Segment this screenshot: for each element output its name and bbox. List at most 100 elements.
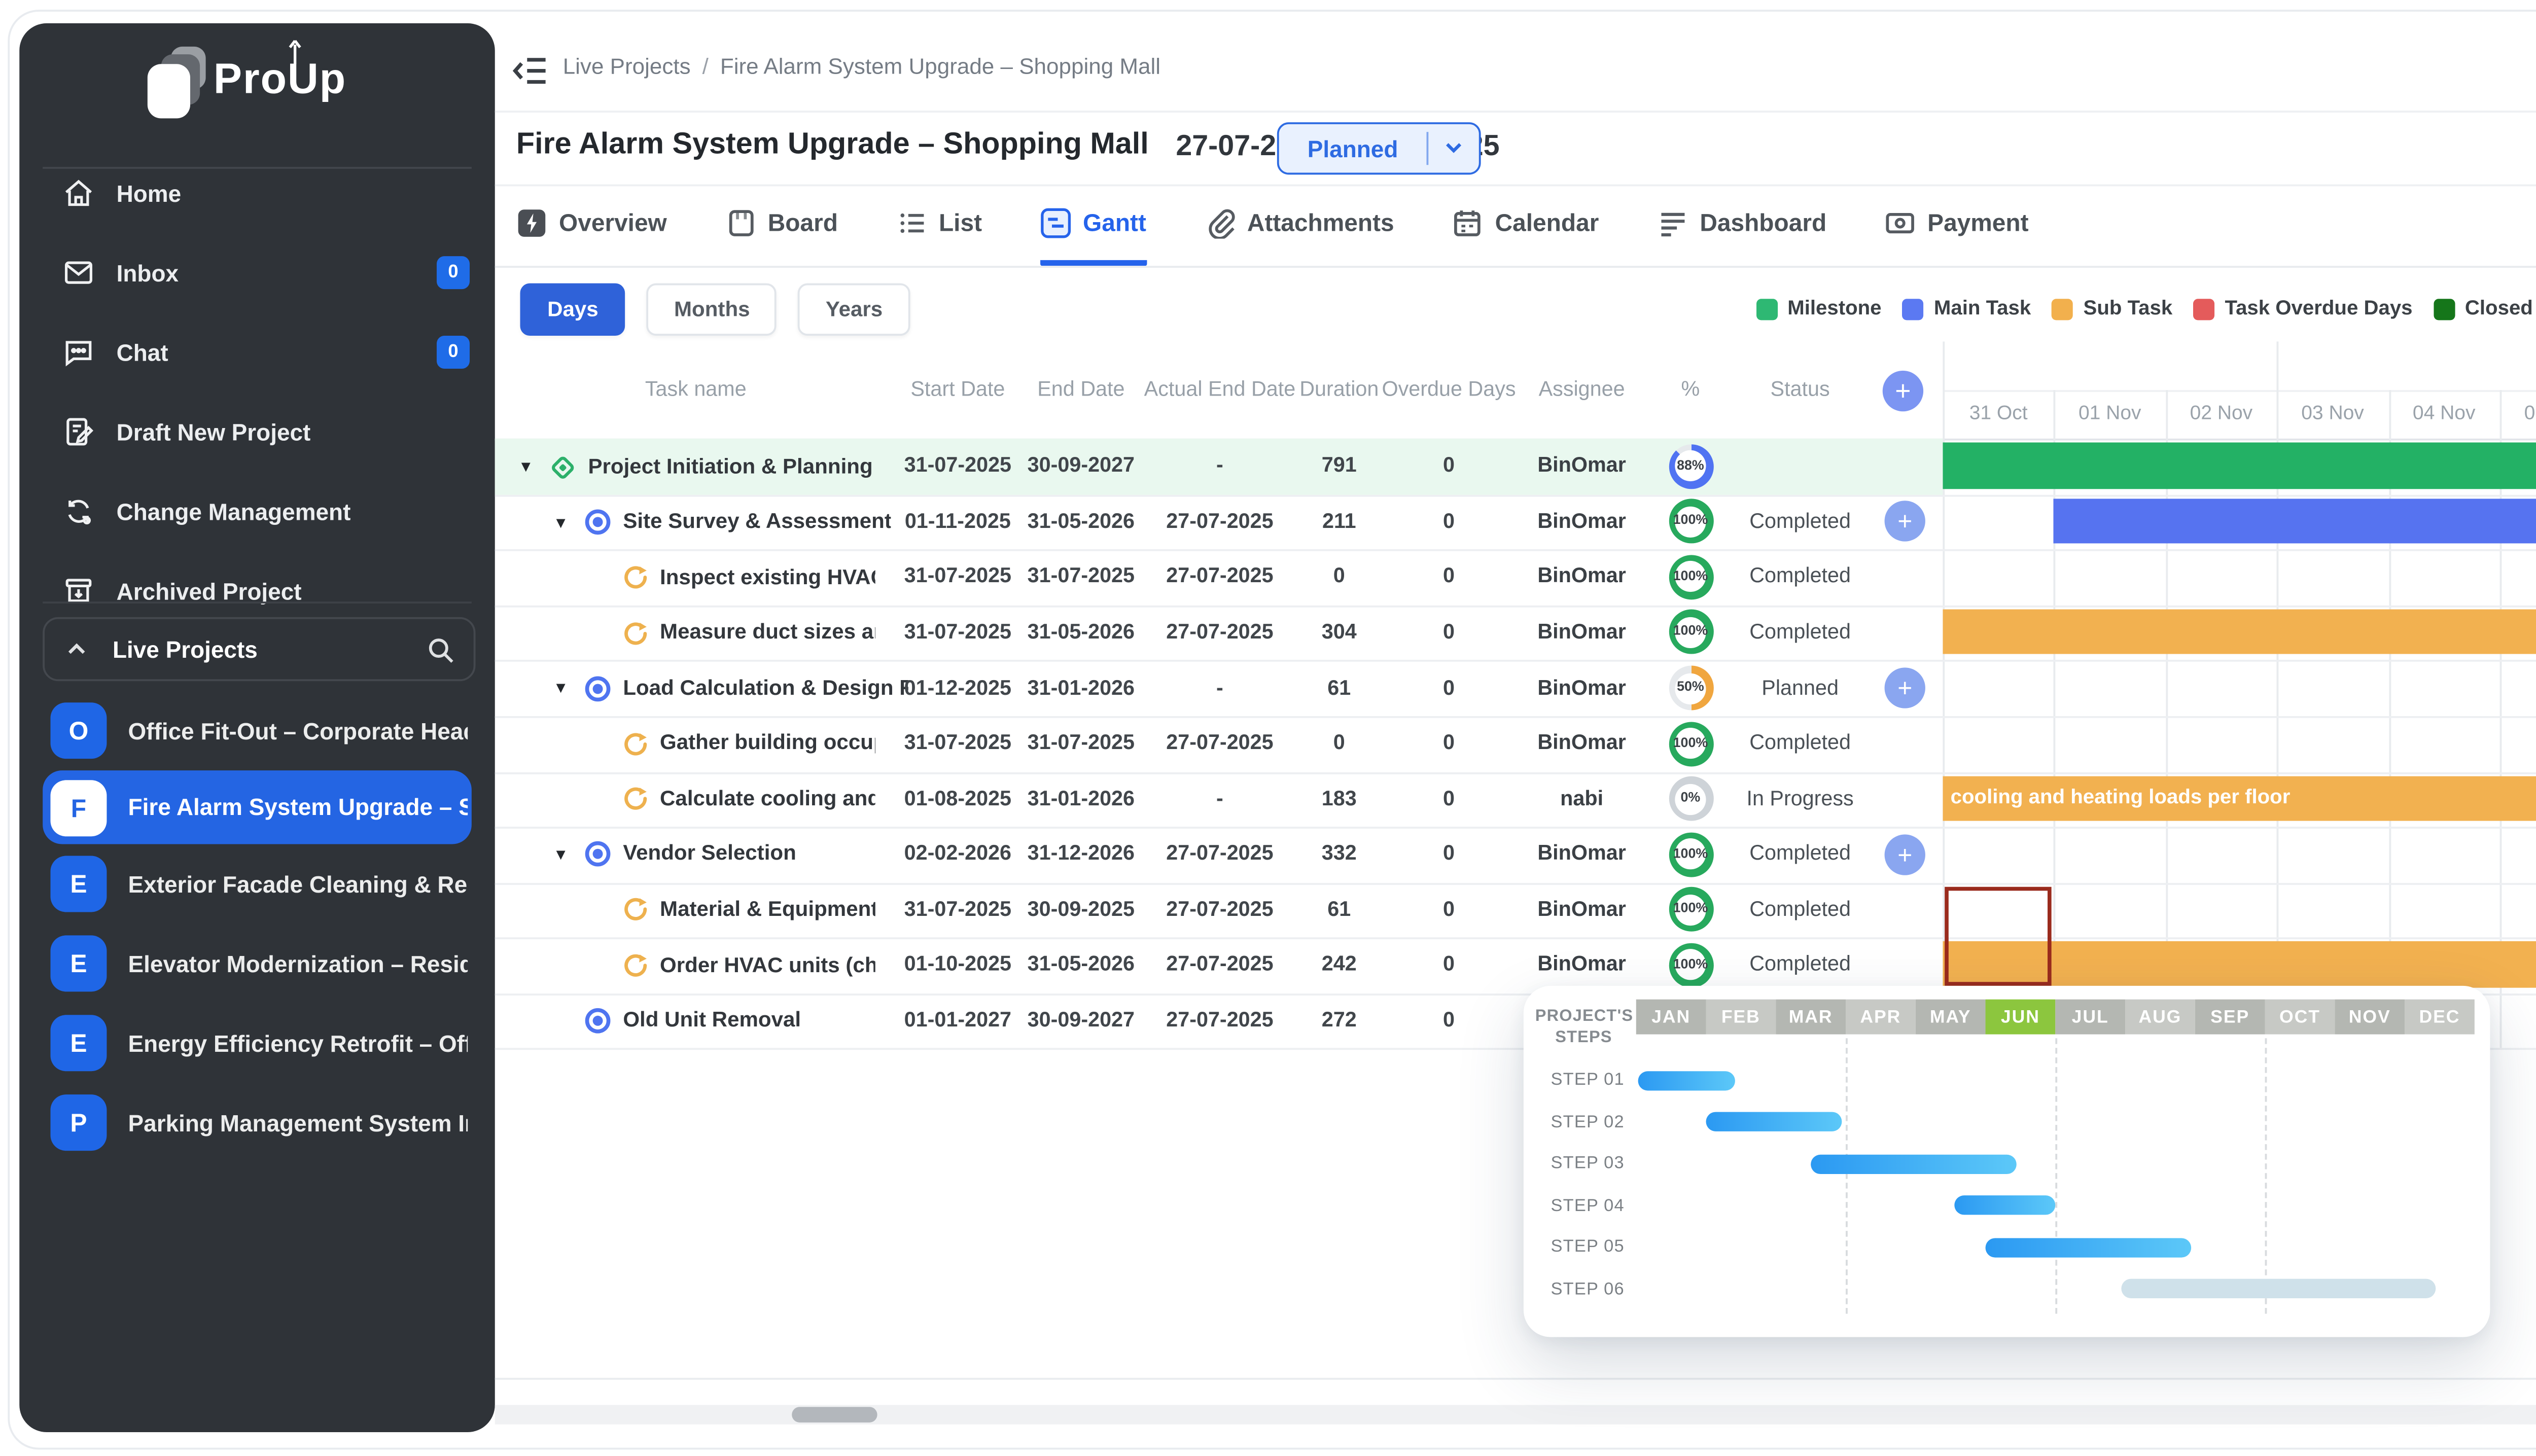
cell-end-date: 30-09-2027 xyxy=(1019,439,1143,494)
tab-dashboard[interactable]: Dashboard xyxy=(1657,196,1826,266)
sidebar-project-item[interactable]: O Office Fit-Out – Corporate Head... xyxy=(19,691,495,770)
tab-list[interactable]: List xyxy=(896,196,982,266)
sidebar-project-item[interactable]: P Parking Management System In... xyxy=(19,1083,495,1162)
tab-gantt[interactable]: Gantt xyxy=(1040,196,1146,266)
cell-start-date: 01-01-2027 xyxy=(897,993,1019,1048)
zoom-years-button[interactable]: Years xyxy=(798,283,910,336)
tab-overview[interactable]: Overview xyxy=(516,196,667,266)
cell-duration: 61 xyxy=(1296,661,1382,716)
gantt-bar-sub[interactable]: cooling and heating loads per floor xyxy=(1943,775,2536,821)
horizontal-scrollbar-thumb[interactable] xyxy=(792,1407,877,1423)
column-header[interactable]: Status xyxy=(1733,341,1867,438)
task-name[interactable]: Vendor Selection xyxy=(623,843,796,866)
sidebar-project-item[interactable]: E Energy Efficiency Retrofit – Offic... xyxy=(19,1003,495,1083)
task-name[interactable]: Order HVAC units (chillers, xyxy=(660,954,875,977)
status-value: Planned xyxy=(1279,135,1427,162)
gantt-bars-layer: cooling and heating loads per floor xyxy=(1943,439,2536,1050)
cell-end-date: 31-01-2026 xyxy=(1019,771,1143,827)
cell-end-date: 31-07-2025 xyxy=(1019,550,1143,605)
main-task-icon xyxy=(584,509,612,536)
target-date-box[interactable] xyxy=(1944,886,2052,986)
tab-calendar[interactable]: Calendar xyxy=(1452,196,1599,266)
task-name[interactable]: Project Initiation & Planning xyxy=(588,455,872,479)
cell-status: Planned xyxy=(1733,661,1867,716)
task-name[interactable]: Measure duct sizes and lay xyxy=(660,621,875,645)
column-header[interactable]: % xyxy=(1648,341,1733,438)
task-name[interactable]: Material & Equipment Orde xyxy=(660,899,875,922)
cell-overdue-days: 0 xyxy=(1382,439,1516,494)
collapse-caret-icon[interactable]: ▼ xyxy=(553,846,573,863)
breadcrumb-section[interactable]: Live Projects xyxy=(563,56,691,80)
tab-attachments[interactable]: Attachments xyxy=(1205,196,1394,266)
tab-payment[interactable]: Payment xyxy=(1885,196,2029,266)
zoom-months-button[interactable]: Months xyxy=(647,283,777,336)
sidebar-item-chat[interactable]: Chat 0 xyxy=(19,312,495,392)
tab-label: Calendar xyxy=(1495,209,1599,237)
sidebar-item-change-management[interactable]: Change Management xyxy=(19,472,495,551)
gantt-bar-sub[interactable] xyxy=(1943,610,2536,655)
cell-status: Completed xyxy=(1733,882,1867,938)
attach-icon xyxy=(1205,207,1236,238)
gantt-bar-main[interactable] xyxy=(2054,499,2536,544)
sidebar-project-item[interactable]: E Elevator Modernization – Reside... xyxy=(19,924,495,1003)
task-name[interactable]: Gather building occupancy xyxy=(660,732,875,756)
add-column-button[interactable]: + xyxy=(1883,371,1923,411)
popup-month-cell: FEB xyxy=(1706,1000,1776,1035)
chevron-up-icon xyxy=(66,638,87,660)
sidebar-project-item[interactable]: E Exterior Facade Cleaning & Repa... xyxy=(19,844,495,924)
column-header[interactable]: Overdue Days xyxy=(1382,341,1516,438)
column-header[interactable]: Assignee xyxy=(1516,341,1648,438)
cell-duration: 791 xyxy=(1296,439,1382,494)
day-header: 04 Nov xyxy=(2388,390,2500,439)
collapse-caret-icon[interactable]: ▼ xyxy=(518,458,538,475)
task-name[interactable]: Old Unit Removal xyxy=(623,1009,801,1033)
gantt-bar-milestone[interactable] xyxy=(1943,443,2536,488)
cell-duration: 211 xyxy=(1296,494,1382,550)
search-icon[interactable] xyxy=(427,635,454,663)
sidebar-item-label: Chat xyxy=(117,339,168,366)
column-header[interactable]: Task name xyxy=(495,341,897,438)
legend-item: Sub Task xyxy=(2052,297,2172,320)
sidebar-item-draft-new-project[interactable]: Draft New Project xyxy=(19,392,495,472)
popup-month-cell: MAR xyxy=(1776,1000,1846,1035)
sidebar-item-home[interactable]: Home xyxy=(19,153,495,233)
zoom-days-button[interactable]: Days xyxy=(520,283,626,336)
collapse-sidebar-icon[interactable] xyxy=(512,52,549,89)
column-header[interactable]: Start Date xyxy=(897,341,1019,438)
collapse-caret-icon[interactable]: ▼ xyxy=(553,514,573,531)
row-add-button[interactable]: + xyxy=(1885,502,1925,542)
legend-item: Task Overdue Days xyxy=(2194,297,2412,320)
row-add-button[interactable]: + xyxy=(1885,834,1925,874)
project-label: Exterior Facade Cleaning & Repa... xyxy=(128,870,468,898)
legend-swatch xyxy=(2434,298,2455,319)
task-name[interactable]: Inspect existing HVAC equi xyxy=(660,566,875,589)
task-name[interactable]: Site Survey & Assessment xyxy=(623,511,892,534)
popup-month-cell: SEP xyxy=(2195,1000,2265,1035)
column-header[interactable]: End Date xyxy=(1019,341,1143,438)
sidebar-live-projects-header[interactable]: Live Projects xyxy=(43,617,475,681)
tab-label: Payment xyxy=(1927,209,2028,237)
cell-actual-end-date: - xyxy=(1143,771,1296,827)
cell-duration: 242 xyxy=(1296,938,1382,993)
task-name[interactable]: Calculate cooling and heati xyxy=(660,788,875,811)
day-header: 05 Nov xyxy=(2500,390,2536,439)
breadcrumb-page: Fire Alarm System Upgrade – Shopping Mal… xyxy=(720,56,1160,80)
sidebar-project-list: O Office Fit-Out – Corporate Head... F F… xyxy=(19,691,495,1162)
sidebar-item-inbox[interactable]: Inbox 0 xyxy=(19,233,495,312)
project-status-select[interactable]: Planned xyxy=(1277,122,1481,174)
popup-month-cell: JAN xyxy=(1636,1000,1706,1035)
column-header[interactable]: Duration xyxy=(1296,341,1382,438)
cell-start-date: 31-07-2025 xyxy=(897,716,1019,771)
collapse-caret-icon[interactable]: ▼ xyxy=(553,680,573,697)
column-header[interactable]: Actual End Date xyxy=(1143,341,1296,438)
project-initial-badge: E xyxy=(50,935,107,991)
row-add-button[interactable]: + xyxy=(1885,667,1925,708)
cell-actual-end-date: 27-07-2025 xyxy=(1143,993,1296,1048)
legend-item: Milestone xyxy=(1756,297,1882,320)
popup-month-cell: OCT xyxy=(2265,1000,2335,1035)
progress-ring: 100% xyxy=(1648,555,1733,599)
legend-swatch xyxy=(2052,298,2073,319)
task-name[interactable]: Load Calculation & Design Re xyxy=(623,677,908,700)
tab-board[interactable]: Board xyxy=(725,196,838,266)
sidebar-project-item[interactable]: F Fire Alarm System Upgrade – Sh... xyxy=(43,770,472,844)
